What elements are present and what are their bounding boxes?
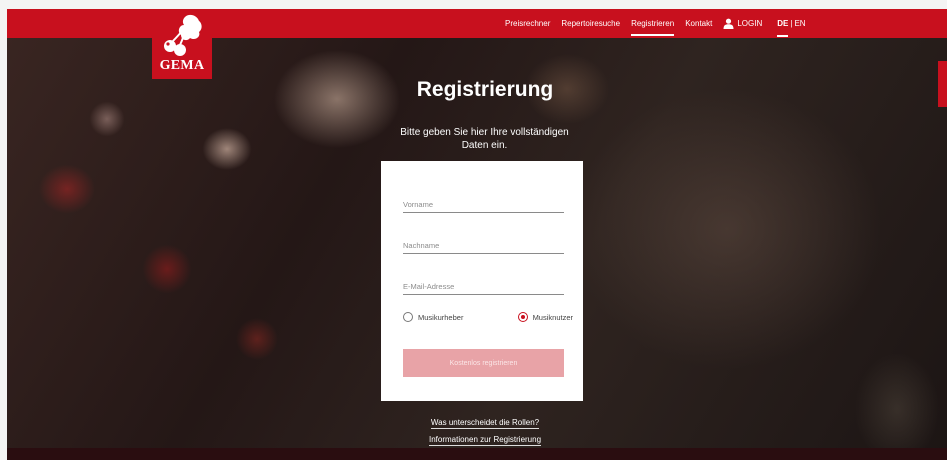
nav-item-registrieren[interactable]: Registrieren — [631, 9, 675, 38]
email-input[interactable] — [403, 282, 564, 294]
lang-separator: | — [790, 19, 793, 28]
roles-info-link[interactable]: Was unterscheidet die Rollen? — [430, 418, 540, 429]
nav-item-preisrechner[interactable]: Preisrechner — [505, 9, 550, 38]
page-title: Registrierung — [416, 78, 554, 101]
side-feedback-tab[interactable] — [938, 61, 947, 107]
role-option-musiknutzer[interactable]: Musiknutzer — [517, 312, 573, 322]
last-name-field — [403, 235, 564, 254]
user-icon — [723, 18, 734, 29]
registration-info-label: Informationen zur Registrierung — [428, 435, 542, 446]
role-selector: Musikurheber Musiknutzer — [403, 312, 573, 322]
cherry-logo-icon — [164, 14, 202, 56]
email-field — [403, 276, 564, 295]
main-nav: Preisrechner Repertoiresuche Registriere… — [505, 9, 806, 38]
registration-info-link[interactable]: Informationen zur Registrierung — [420, 435, 550, 446]
nav-item-kontakt[interactable]: Kontakt — [685, 9, 712, 38]
register-button[interactable]: Kostenlos registrieren — [403, 349, 564, 377]
radio-unchecked-icon[interactable] — [403, 312, 413, 322]
role-label-musiknutzer: Musiknutzer — [532, 312, 573, 322]
login-label: LOGIN — [737, 19, 763, 28]
first-name-field — [403, 194, 564, 213]
roles-info-label: Was unterscheidet die Rollen? — [430, 418, 540, 429]
logo-text: GEMA — [159, 58, 205, 73]
lang-en[interactable]: EN — [794, 19, 805, 28]
role-option-musikurheber[interactable]: Musikurheber — [403, 312, 463, 322]
registration-form: Musikurheber Musiknutzer Kostenlos regis… — [381, 161, 583, 401]
role-label-musikurheber: Musikurheber — [418, 312, 464, 322]
radio-checked-icon[interactable] — [517, 312, 528, 322]
first-name-input[interactable] — [403, 200, 564, 212]
language-switcher: DE | EN — [777, 19, 806, 37]
bottom-strip — [7, 448, 947, 460]
header-bar — [7, 9, 947, 38]
gema-logo[interactable]: GEMA — [152, 9, 212, 79]
login-link[interactable]: LOGIN — [723, 9, 762, 38]
nav-item-repertoiresuche[interactable]: Repertoiresuche — [561, 9, 620, 38]
page-subtitle: Bitte geben Sie hier Ihre vollständigen … — [400, 127, 569, 151]
lang-de[interactable]: DE — [777, 19, 789, 37]
last-name-input[interactable] — [403, 241, 564, 253]
